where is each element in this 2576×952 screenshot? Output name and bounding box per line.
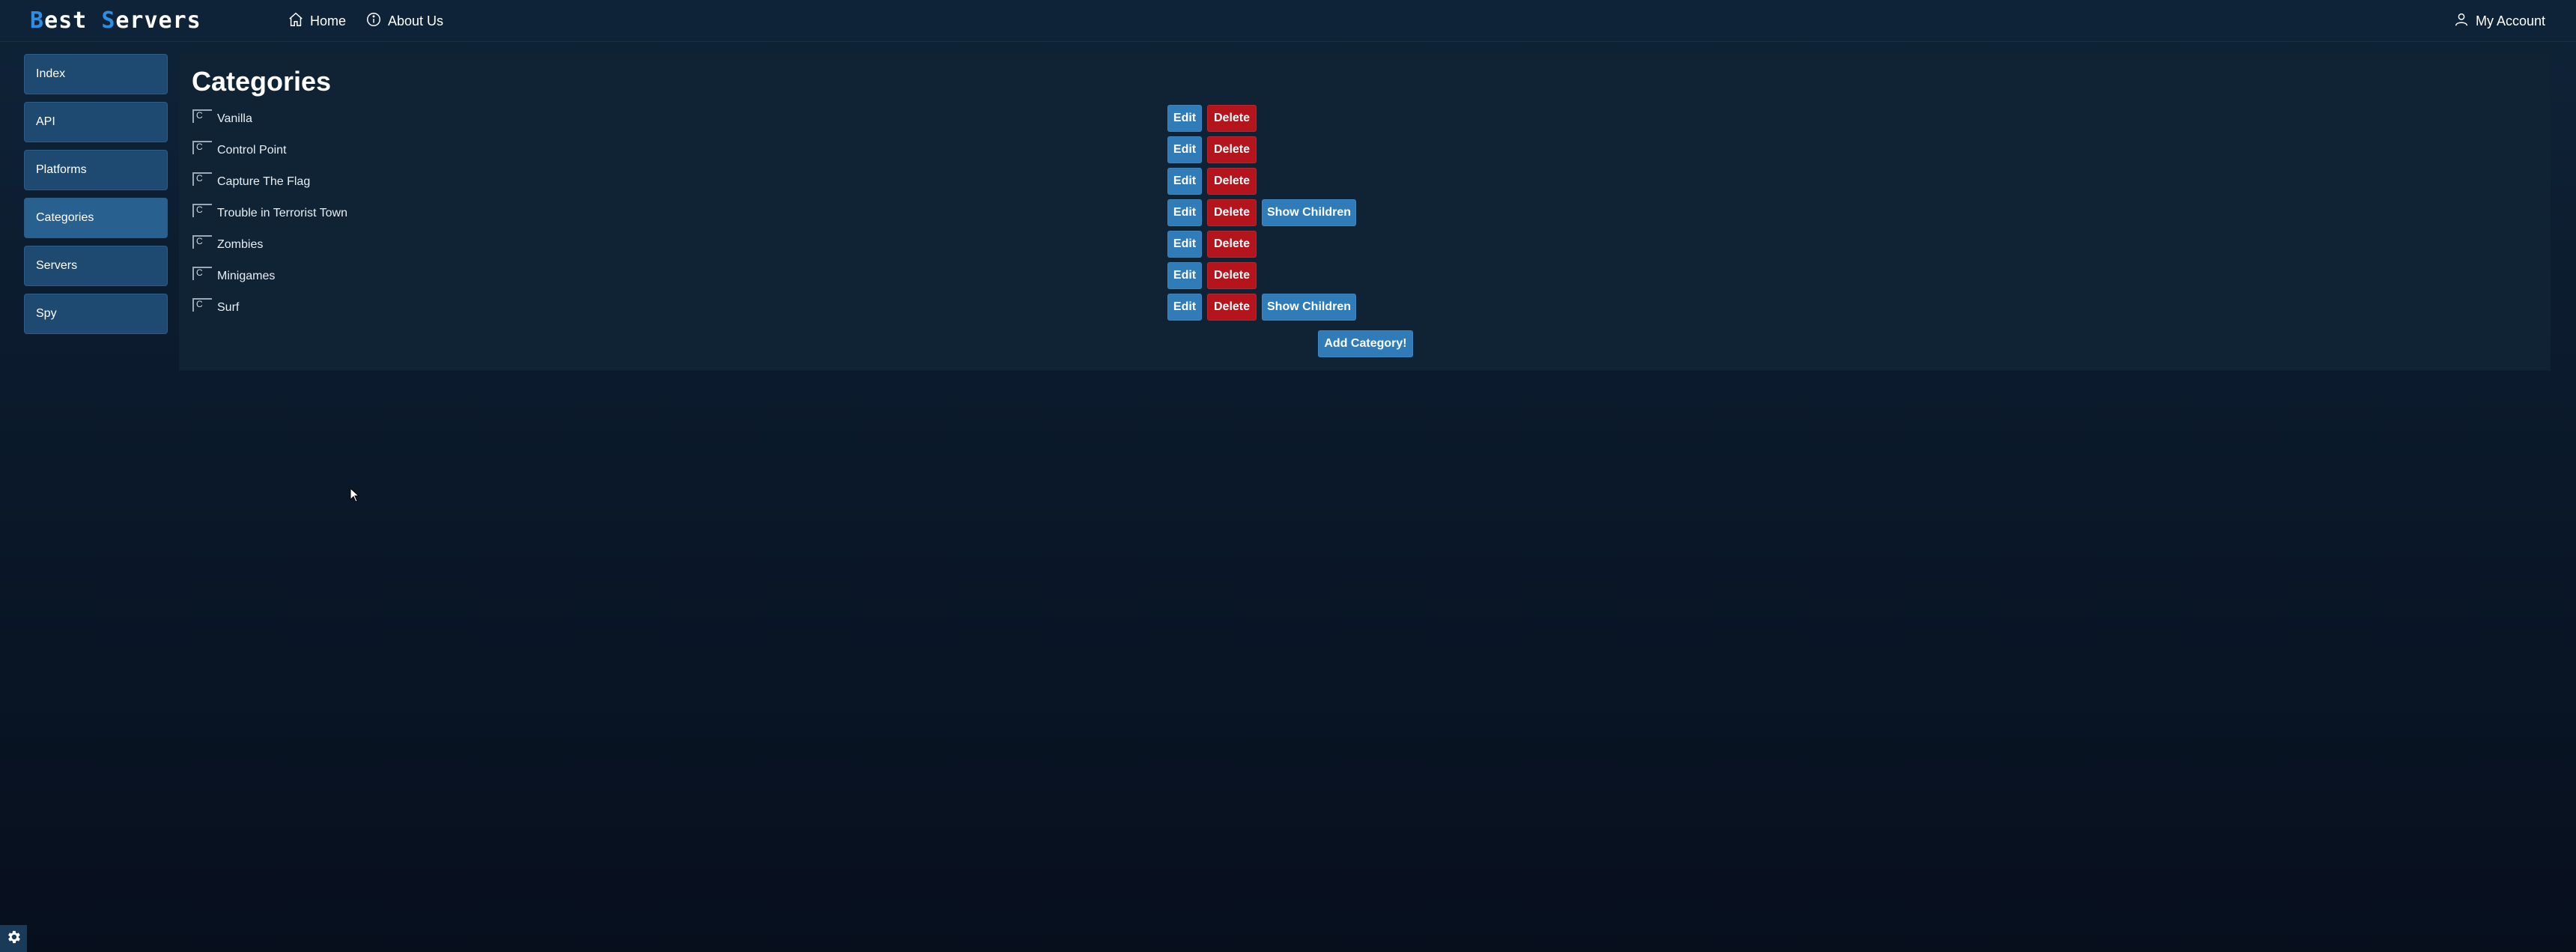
brand-initial-s: S <box>101 7 116 34</box>
brand-initial-b: B <box>30 7 45 34</box>
settings-button[interactable] <box>0 925 27 952</box>
edit-button[interactable]: Edit <box>1167 168 1202 195</box>
category-image: C <box>192 204 212 217</box>
info-icon <box>365 11 382 31</box>
sidebar-item-label: Platforms <box>36 163 87 176</box>
show-children-button[interactable]: Show Children <box>1262 199 1356 226</box>
category-image: C <box>192 267 212 280</box>
edit-button[interactable]: Edit <box>1167 294 1202 321</box>
brand-logo[interactable]: Best Servers <box>30 7 201 34</box>
nav-about-link[interactable]: About Us <box>365 10 443 31</box>
sidebar-item-label: API <box>36 115 55 128</box>
delete-button[interactable]: Delete <box>1207 136 1257 163</box>
nav-account-label: My Account <box>2476 13 2546 28</box>
category-image: C <box>192 172 212 186</box>
show-children-button[interactable]: Show Children <box>1262 294 1356 321</box>
delete-button[interactable]: Delete <box>1207 294 1257 321</box>
edit-button[interactable]: Edit <box>1167 231 1202 258</box>
category-name: Capture The Flag <box>217 175 311 188</box>
nav-about-label: About Us <box>388 13 444 28</box>
gear-icon <box>5 929 22 949</box>
sidebar-item-platforms[interactable]: Platforms <box>24 150 168 190</box>
edit-button[interactable]: Edit <box>1167 136 1202 163</box>
home-icon <box>288 11 304 31</box>
category-name: Vanilla <box>217 112 252 125</box>
category-name: Zombies <box>217 238 264 251</box>
sidebar-item-index[interactable]: Index <box>24 54 168 94</box>
edit-button[interactable]: Edit <box>1167 262 1202 289</box>
delete-button[interactable]: Delete <box>1207 168 1257 195</box>
delete-button[interactable]: Delete <box>1207 231 1257 258</box>
nav-account-link[interactable]: My Account <box>2453 10 2545 31</box>
category-name: Minigames <box>217 270 276 282</box>
delete-button[interactable]: Delete <box>1207 262 1257 289</box>
user-icon <box>2453 11 2470 31</box>
page-title: Categories <box>192 66 332 97</box>
categories-panel <box>179 54 2551 371</box>
top-navbar: Best Servers Home About Us My Account <box>0 0 2576 42</box>
edit-button[interactable]: Edit <box>1167 199 1202 226</box>
sidebar-item-spy[interactable]: Spy <box>24 294 168 334</box>
category-image: C <box>192 109 212 123</box>
delete-button[interactable]: Delete <box>1207 199 1257 226</box>
sidebar-item-api[interactable]: API <box>24 102 168 142</box>
sidebar-item-label: Categories <box>36 211 94 224</box>
delete-button[interactable]: Delete <box>1207 105 1257 132</box>
category-image: C <box>192 141 212 154</box>
category-image: C <box>192 235 212 249</box>
category-name: Trouble in Terrorist Town <box>217 207 347 219</box>
category-image: C <box>192 298 212 312</box>
brand-word-best: est <box>44 7 102 34</box>
category-name: Surf <box>217 301 240 314</box>
brand-word-servers: ervers <box>115 7 201 34</box>
mouse-cursor-icon <box>350 487 360 503</box>
sidebar-item-label: Index <box>36 67 66 80</box>
nav-home-link[interactable]: Home <box>288 10 346 31</box>
sidebar-item-servers[interactable]: Servers <box>24 246 168 286</box>
sidebar-item-label: Servers <box>36 259 78 272</box>
edit-button[interactable]: Edit <box>1167 105 1202 132</box>
add-category-button[interactable]: Add Category! <box>1318 330 1413 357</box>
sidebar-item-label: Spy <box>36 307 57 320</box>
category-name: Control Point <box>217 144 287 157</box>
sidebar-item-categories[interactable]: Categories <box>24 198 168 238</box>
nav-home-label: Home <box>310 13 347 28</box>
